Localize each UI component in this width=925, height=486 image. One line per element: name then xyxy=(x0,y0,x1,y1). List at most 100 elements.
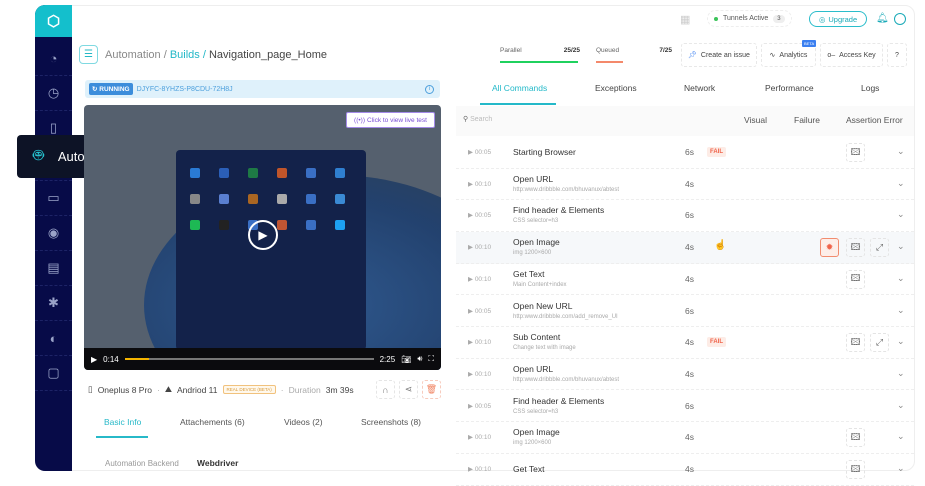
command-row[interactable]: ▶ 00:10 Open URL http:www.dribbble.com/bhu… xyxy=(456,169,914,201)
command-row[interactable]: ▶ 00:05 Open New URL http:www.dribbble.com… xyxy=(456,296,914,327)
play-icon[interactable]: ▶ xyxy=(91,355,97,364)
headset-button[interactable]: ∩ xyxy=(376,380,395,399)
play-timestamp[interactable]: ▶ 00:05 xyxy=(468,402,491,410)
access-key-button[interactable]: o– Access Key xyxy=(820,43,883,67)
chevron-down-icon[interactable]: ⌄ xyxy=(897,146,905,157)
tunnels-status[interactable]: Tunnels Active 3 xyxy=(707,10,792,27)
image-icon[interactable]: 🖾 xyxy=(846,269,865,289)
command-row[interactable]: ▶ 00:10 Sub Content Change text with image… xyxy=(456,327,914,359)
help-button[interactable]: ? xyxy=(887,43,907,67)
breadcrumb-builds[interactable]: Builds xyxy=(170,49,200,61)
delete-button[interactable]: 🗑︎ xyxy=(422,380,441,399)
play-timestamp[interactable]: ▶ 00:10 xyxy=(468,180,491,188)
command-row[interactable]: ▶ 00:05 Starting Browser 6s FAIL 🖾 ⌄ xyxy=(456,137,914,169)
bell-icon[interactable]: 🔔︎ xyxy=(876,13,889,24)
play-timestamp[interactable]: ▶ 00:10 xyxy=(468,465,491,473)
app-tile-icon xyxy=(306,168,316,178)
chevron-down-icon[interactable]: ⌄ xyxy=(897,463,905,474)
analytics-icon: ∿ xyxy=(769,52,776,59)
clock-icon[interactable]: ◷ xyxy=(35,76,72,111)
chevron-down-icon[interactable]: ⌄ xyxy=(897,400,905,411)
command-row[interactable]: ▶ 00:10 Get Text Main Content+index 4s 🖾 ⌄ xyxy=(456,264,914,296)
info-icon[interactable]: i xyxy=(425,84,434,94)
chevron-down-icon[interactable]: ⌄ xyxy=(897,368,905,379)
image-icon[interactable]: 🖾 xyxy=(846,143,865,162)
bug-icon[interactable]: ✹ xyxy=(820,238,839,258)
chevron-down-icon[interactable]: ⌄ xyxy=(897,273,905,284)
document-icon[interactable]: ▤ xyxy=(35,251,72,286)
command-row[interactable]: ▶ 00:05 Find header & Elements CSS selecto… xyxy=(456,200,914,232)
build-list-toggle-icon[interactable]: ☰ xyxy=(79,45,98,64)
play-timestamp[interactable]: ▶ 00:10 xyxy=(468,338,491,346)
video-player[interactable]: ▶ ((•)) Click to view live test ▶ 0:14 2:… xyxy=(84,105,441,370)
split-icon[interactable]: ◐ xyxy=(35,321,72,356)
filter-visual[interactable]: Visual xyxy=(744,115,767,125)
tab-videos[interactable]: Videos (2) xyxy=(284,417,323,427)
chevron-down-icon[interactable]: ⌄ xyxy=(897,305,905,316)
app-tile-icon xyxy=(190,220,200,230)
create-issue-button[interactable]: 📌︎ Create an issue xyxy=(681,43,757,67)
command-row[interactable]: ▶ 00:05 Find header & Elements CSS selecto… xyxy=(456,391,914,423)
expand-icon[interactable]: ⤢ xyxy=(870,238,889,258)
app-tile-icon xyxy=(190,194,200,204)
app-tile-icon xyxy=(306,220,316,230)
command-name: Open Image xyxy=(513,427,560,438)
upgrade-label: Upgrade xyxy=(828,14,858,24)
tab-all-commands[interactable]: All Commands xyxy=(492,83,547,93)
view-live-test-button[interactable]: ((•)) Click to view live test xyxy=(346,112,435,128)
filter-failure[interactable]: Failure xyxy=(794,115,820,125)
breadcrumb: Automation / Builds / Navigation_page_Ho… xyxy=(105,49,327,61)
search-box[interactable]: ⚲ Search xyxy=(463,115,492,123)
play-timestamp[interactable]: ▶ 00:05 xyxy=(468,211,491,219)
chevron-down-icon[interactable]: ⌄ xyxy=(897,336,905,347)
image-icon[interactable]: 🖾 xyxy=(846,460,865,479)
folder-icon[interactable]: ▢ xyxy=(35,356,72,391)
app-tile-icon xyxy=(335,168,345,178)
volume-icon[interactable]: 🔊︎ xyxy=(417,354,422,364)
logo[interactable]: ⬡ xyxy=(35,5,72,37)
apps-grid-icon[interactable]: ▦ xyxy=(680,13,690,26)
image-icon[interactable]: 🖾 xyxy=(846,428,865,448)
command-row[interactable]: ▶ 00:10 Open Image img 1200×600 4s 🖾 ⌄ xyxy=(456,422,914,454)
play-timestamp[interactable]: ▶ 00:10 xyxy=(468,275,491,283)
command-row[interactable]: ▶ 00:10 Open Image img 1200×600 4s ✹ 🖾 ⤢ ⌄ xyxy=(456,232,914,264)
command-detail: Main Content+index xyxy=(513,281,567,288)
chevron-down-icon[interactable]: ⌄ xyxy=(897,209,905,220)
share-button[interactable]: ⋖ xyxy=(399,380,418,399)
devices-icon[interactable]: ▭ xyxy=(35,181,72,216)
command-row[interactable]: ▶ 00:10 Open URL http:www.dribbble.com/bhu… xyxy=(456,359,914,391)
search-input[interactable]: Search xyxy=(470,116,492,123)
play-timestamp[interactable]: ▶ 00:05 xyxy=(468,148,491,156)
breadcrumb-automation[interactable]: Automation xyxy=(105,49,161,61)
bug-icon[interactable]: ✱ xyxy=(35,286,72,321)
tab-basic-info[interactable]: Basic Info xyxy=(104,417,141,427)
play-timestamp[interactable]: ▶ 00:10 xyxy=(468,433,491,441)
user-avatar-icon[interactable] xyxy=(894,13,906,25)
chevron-down-icon[interactable]: ⌄ xyxy=(897,241,905,252)
tab-attachments[interactable]: Attachements (6) xyxy=(180,417,245,427)
tab-network[interactable]: Network xyxy=(684,83,715,93)
chevron-down-icon[interactable]: ⌄ xyxy=(897,431,905,442)
video-progress-slider[interactable] xyxy=(124,358,374,360)
play-timestamp[interactable]: ▶ 00:10 xyxy=(468,370,491,378)
play-timestamp[interactable]: ▶ 00:10 xyxy=(468,243,491,251)
tab-screenshots[interactable]: Screenshots (8) xyxy=(361,417,421,427)
play-overlay-button[interactable]: ▶ xyxy=(248,220,278,250)
speedometer-icon[interactable]: ◔ xyxy=(35,41,72,76)
tab-exceptions[interactable]: Exceptions xyxy=(595,83,637,93)
queued-bar xyxy=(596,61,623,63)
filter-assertion-error[interactable]: Assertion Error xyxy=(846,115,903,125)
fullscreen-icon[interactable]: ⛶ xyxy=(428,354,434,364)
chevron-down-icon[interactable]: ⌄ xyxy=(897,178,905,189)
tab-logs[interactable]: Logs xyxy=(861,83,879,93)
image-icon[interactable]: 🖾 xyxy=(846,238,865,258)
tab-performance[interactable]: Performance xyxy=(765,83,814,93)
command-row[interactable]: ▶ 00:10 Get Text 4s 🖾 ⌄ xyxy=(456,454,914,486)
upgrade-button[interactable]: ◎ Upgrade xyxy=(809,11,867,27)
play-timestamp[interactable]: ▶ 00:05 xyxy=(468,307,491,315)
visual-eye-icon[interactable]: ◉ xyxy=(35,216,72,251)
image-icon[interactable]: 🖾 xyxy=(846,333,865,353)
expand-icon[interactable]: ⤢ xyxy=(870,333,889,353)
camera-icon[interactable]: 📷︎ xyxy=(401,355,411,364)
upgrade-icon: ◎ xyxy=(818,14,826,24)
